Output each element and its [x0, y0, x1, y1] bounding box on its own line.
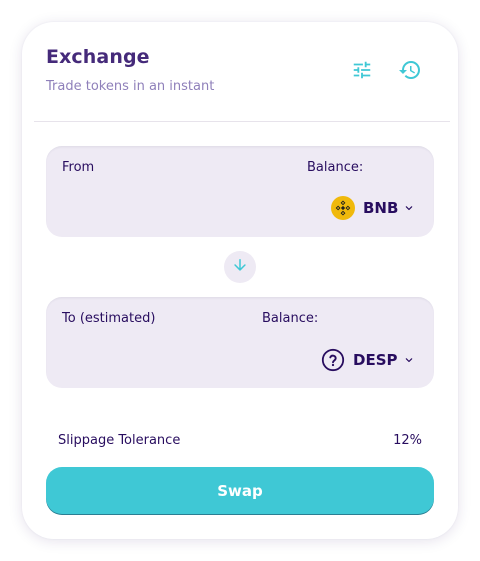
slippage-value: 12% [393, 433, 422, 448]
unknown-token-icon [321, 348, 345, 372]
from-label: From [62, 160, 95, 175]
slippage-label: Slippage Tolerance [58, 433, 181, 448]
header-divider [34, 121, 450, 122]
from-balance-label: Balance: [307, 160, 364, 175]
chevron-down-icon [402, 201, 416, 215]
from-token-select[interactable]: BNB [331, 196, 416, 220]
page-title: Exchange [46, 46, 150, 68]
to-panel: To (estimated) Balance: DESP [46, 297, 434, 388]
from-token-symbol: BNB [363, 199, 399, 217]
exchange-header: Exchange Trade tokens in an instant [22, 22, 458, 122]
from-panel: From Balance: BNB [46, 146, 434, 237]
exchange-card: Exchange Trade tokens in an instant From… [22, 22, 458, 539]
history-button[interactable] [396, 58, 424, 86]
chevron-down-icon [402, 353, 416, 367]
bnb-token-icon [331, 196, 355, 220]
switch-direction-button[interactable] [224, 251, 256, 283]
to-balance-label: Balance: [262, 311, 319, 326]
page-subtitle: Trade tokens in an instant [46, 79, 215, 94]
to-token-select[interactable]: DESP [321, 348, 416, 372]
settings-sliders-icon [351, 59, 373, 85]
swap-button[interactable]: Swap [46, 467, 434, 515]
arrow-down-icon [231, 256, 249, 278]
to-token-symbol: DESP [353, 351, 398, 369]
settings-button[interactable] [348, 58, 376, 86]
history-clock-icon [398, 58, 422, 86]
to-label: To (estimated) [62, 311, 156, 326]
